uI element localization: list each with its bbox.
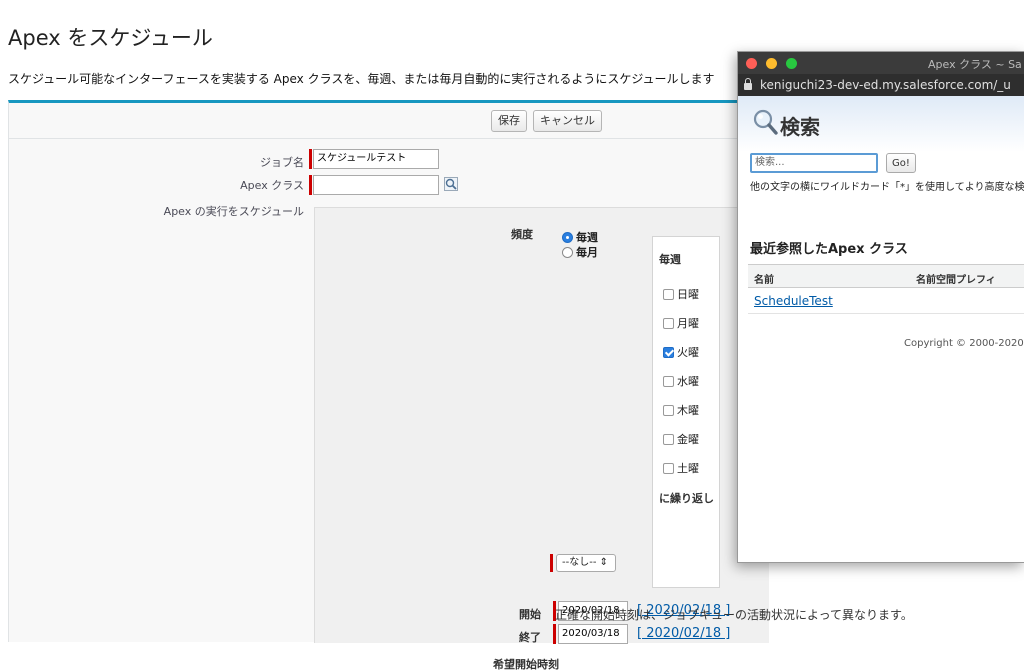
preferred-time-select[interactable]: --なし-- ⇕ (556, 554, 616, 572)
frequency-monthly-label: 毎月 (576, 246, 598, 259)
lock-icon (744, 78, 752, 90)
apex-class-input[interactable] (313, 175, 439, 195)
search-header: 検索 (738, 96, 1024, 152)
day-checkbox-friday[interactable]: 金曜 (663, 431, 699, 447)
go-button[interactable]: Go! (886, 153, 916, 173)
checkbox-icon[interactable] (663, 375, 674, 387)
checkbox-icon[interactable] (663, 462, 674, 474)
table-row: ScheduleTest (748, 289, 1024, 314)
search-title: 検索 (780, 115, 820, 139)
magnifier-icon (753, 109, 778, 135)
checkbox-icon[interactable] (663, 433, 674, 445)
required-marker (309, 149, 312, 169)
radio-selected-icon[interactable] (562, 231, 573, 243)
save-button[interactable]: 保存 (491, 110, 527, 132)
end-date-link[interactable]: [ 2020/02/18 ] (637, 626, 730, 641)
day-checkbox-thursday[interactable]: 木曜 (663, 402, 699, 418)
close-window-button[interactable] (746, 58, 757, 69)
job-name-label: ジョブ名 (260, 156, 304, 169)
window-titlebar: Apex クラス ~ Sa (738, 52, 1024, 74)
page-description: スケジュール可能なインターフェースを実装する Apex クラスを、毎週、または毎… (8, 72, 715, 86)
preferred-time-label: 希望開始時刻 (493, 658, 559, 671)
day-checkbox-monday[interactable]: 月曜 (663, 315, 699, 331)
page-title: Apex をスケジュール (8, 26, 213, 50)
required-marker (309, 175, 312, 195)
minimize-window-button[interactable] (766, 58, 777, 69)
checkbox-checked-icon[interactable] (663, 346, 674, 358)
lookup-icon[interactable] (444, 177, 458, 191)
frequency-monthly-radio[interactable]: 毎月 (562, 244, 598, 260)
end-label: 終了 (519, 631, 541, 644)
cancel-button[interactable]: キャンセル (533, 110, 602, 132)
day-checkbox-tuesday[interactable]: 火曜 (663, 344, 699, 360)
lookup-popup-window: Apex クラス ~ Sa keniguchi23-dev-ed.my.sale… (737, 51, 1024, 563)
url-bar[interactable]: keniguchi23-dev-ed.my.salesforce.com/_u (738, 74, 1024, 96)
results-table-header: 名前 名前空間プレフィ (748, 264, 1024, 288)
checkbox-icon[interactable] (663, 288, 674, 300)
apex-class-link[interactable]: ScheduleTest (754, 294, 833, 308)
start-time-note: 正確な開始時刻は、ジョブキューの活動状況によって異なります。 (555, 608, 913, 622)
job-name-input[interactable]: スケジュールテスト (313, 149, 439, 169)
apex-class-label: Apex クラス (240, 179, 304, 192)
required-marker (550, 554, 553, 572)
column-header-namespace: 名前空間プレフィ (916, 275, 996, 286)
required-marker (553, 624, 556, 644)
weekly-day-box: 毎週 日曜 月曜 火曜 水曜 木曜 金曜 土曜 に繰り返し (652, 236, 720, 588)
day-checkbox-sunday[interactable]: 日曜 (663, 286, 699, 302)
button-bar: 保存 キャンセル (9, 103, 768, 139)
checkbox-icon[interactable] (663, 404, 674, 416)
wildcard-hint: 他の文字の横にワイルドカード「*」を使用してより高度な検 (750, 182, 1024, 193)
column-header-name: 名前 (754, 275, 774, 286)
recent-apex-classes-title: 最近参照したApex クラス (750, 242, 908, 257)
radio-unselected-icon[interactable] (562, 246, 573, 258)
frequency-weekly-radio[interactable]: 毎週 (562, 229, 598, 245)
schedule-form-panel: 保存 キャンセル ジョブ名 スケジュールテスト Apex クラス Apex の実… (8, 100, 913, 671)
frequency-label: 頻度 (511, 228, 533, 241)
url-text: keniguchi23-dev-ed.my.salesforce.com/_u (760, 78, 1011, 92)
window-title: Apex クラス ~ Sa (928, 58, 1022, 71)
start-label: 開始 (519, 608, 541, 621)
repeat-label: に繰り返し (659, 492, 714, 505)
frequency-weekly-label: 毎週 (576, 231, 598, 244)
end-date-input[interactable]: 2020/03/18 (558, 624, 628, 644)
copyright-text: Copyright © 2000-2020 (904, 338, 1024, 349)
day-checkbox-wednesday[interactable]: 水曜 (663, 373, 699, 389)
schedule-box: 頻度 毎週 毎月 毎週 日曜 月曜 火曜 水曜 木曜 金曜 土曜 に繰り返し 開… (314, 207, 769, 671)
zoom-window-button[interactable] (786, 58, 797, 69)
schedule-label: Apex の実行をスケジュール (163, 205, 304, 218)
weekly-heading: 毎週 (659, 253, 681, 266)
checkbox-icon[interactable] (663, 317, 674, 329)
popup-search-input[interactable]: 検索... (750, 153, 878, 173)
day-checkbox-saturday[interactable]: 土曜 (663, 460, 699, 476)
